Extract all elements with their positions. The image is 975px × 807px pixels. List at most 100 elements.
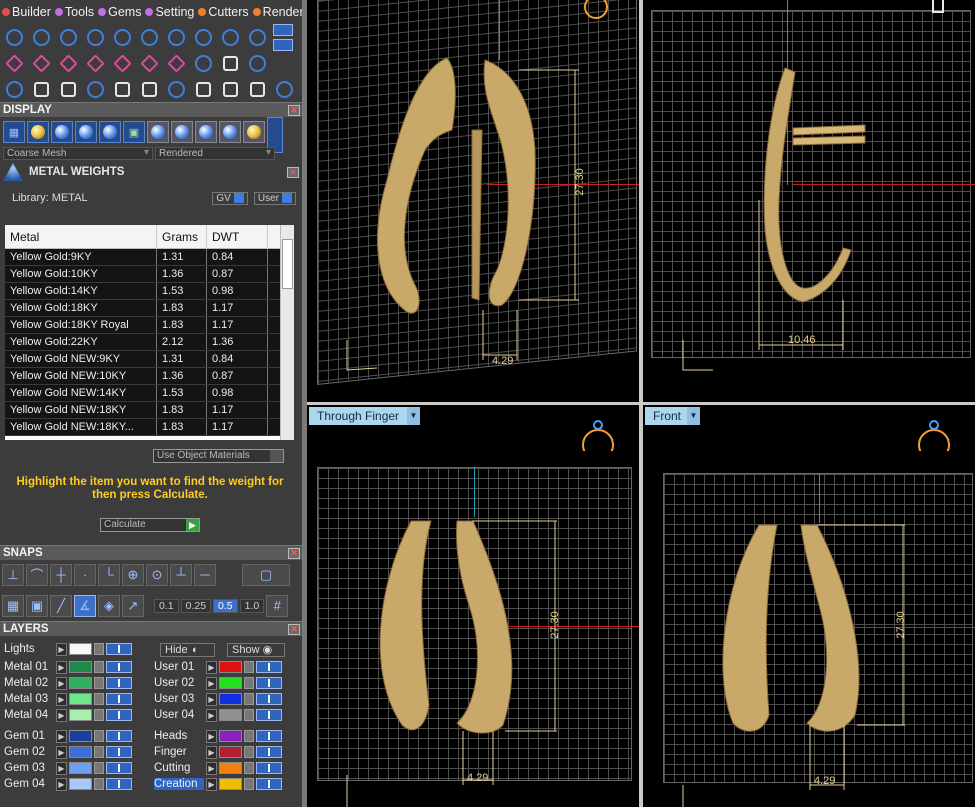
layer-expand-icon[interactable]: ▶ (56, 692, 67, 706)
menu-render[interactable]: Render (252, 5, 302, 19)
layer-lock-icon[interactable] (244, 762, 254, 774)
snap-grid-button[interactable]: ▦ (2, 594, 24, 617)
layer-visibility-toggle[interactable] (256, 661, 282, 673)
layer-visibility-toggle[interactable] (256, 746, 282, 758)
metal-table-scrollbar[interactable] (280, 225, 294, 440)
move-tool[interactable] (109, 76, 135, 102)
layer-row[interactable]: Finger ▶ (154, 744, 294, 760)
layer-row[interactable]: Creation ▶ (154, 776, 294, 792)
calculate-button[interactable]: Calculate ▶ (100, 518, 200, 532)
snap-value-0.5[interactable]: 0.5 (213, 598, 238, 613)
layer-visibility-toggle[interactable] (256, 730, 282, 742)
ring-orientation-icon[interactable] (921, 0, 955, 22)
gold-sphere-button[interactable] (243, 121, 265, 143)
table-row[interactable]: Yellow Gold:9KY 1.31 0.84 (5, 249, 294, 266)
insert-point-tool[interactable] (28, 50, 54, 76)
table-row[interactable]: Yellow Gold:22KY 2.12 1.36 (5, 334, 294, 351)
frame-tool[interactable] (163, 24, 189, 50)
group-tool[interactable] (190, 76, 216, 102)
circle-curve-tool[interactable] (1, 24, 27, 50)
link-tool[interactable] (136, 50, 162, 76)
layer-expand-icon[interactable]: ▶ (56, 745, 67, 759)
sphere-c-button[interactable] (195, 121, 217, 143)
table-row[interactable]: Yellow Gold NEW:10KY 1.36 0.87 (5, 368, 294, 385)
menu-setting[interactable]: Setting (145, 5, 194, 19)
snap-settings-button[interactable]: # (266, 594, 289, 617)
layer-expand-icon[interactable]: ▶ (206, 745, 217, 759)
menu-cutters[interactable]: Cutters (198, 5, 249, 19)
layer-color-swatch[interactable] (219, 677, 242, 689)
layer-row[interactable]: Gem 03 ▶ (4, 760, 144, 776)
snap-axis-button[interactable]: ↗ (122, 594, 144, 617)
snap-point-button[interactable]: · (74, 563, 96, 586)
layer-expand-icon[interactable]: ▶ (56, 729, 67, 743)
cut-tool[interactable] (244, 76, 270, 102)
snap-center-button[interactable]: ⊙ (146, 563, 168, 586)
snaps-close-icon[interactable]: ✕ (288, 547, 300, 559)
lights-color-swatch[interactable] (69, 643, 92, 655)
layer-color-swatch[interactable] (69, 746, 92, 758)
add-point-tool[interactable] (1, 50, 27, 76)
layer-color-swatch[interactable] (219, 730, 242, 742)
table-row[interactable]: Yellow Gold:14KY 1.53 0.98 (5, 283, 294, 300)
column-dwt[interactable]: DWT (207, 225, 268, 248)
layer-lock-icon[interactable] (94, 778, 104, 790)
layer-expand-icon[interactable]: ▶ (56, 777, 67, 791)
layer-expand-icon[interactable]: ▶ (206, 676, 217, 690)
table-row[interactable]: Yellow Gold NEW:9KY 1.31 0.84 (5, 351, 294, 368)
render-mode-select[interactable]: Rendered (155, 147, 275, 160)
layer-lock-icon[interactable] (244, 746, 254, 758)
layer-expand-icon[interactable]: ▶ (206, 708, 217, 722)
snap-value-0.25[interactable]: 0.25 (180, 598, 212, 613)
freeform-curve-tool[interactable] (28, 24, 54, 50)
layer-expand-icon[interactable]: ▶ (56, 676, 67, 690)
gv-toggle[interactable]: GV (212, 191, 248, 205)
layer-row[interactable]: Metal 01 ▶ (4, 659, 144, 675)
layer-expand-icon[interactable]: ▶ (56, 660, 67, 674)
layer-visibility-toggle[interactable] (106, 693, 132, 705)
layer-color-swatch[interactable] (69, 661, 92, 673)
snap-plane-button[interactable]: ◈ (98, 594, 120, 617)
user-toggle[interactable]: User (253, 191, 296, 205)
sphere-d-button[interactable] (219, 121, 241, 143)
layer-color-swatch[interactable] (219, 762, 242, 774)
layer-lock-icon[interactable] (244, 661, 254, 673)
pattern-tool[interactable] (163, 50, 189, 76)
ring-tool[interactable] (271, 76, 297, 102)
viewport-front[interactable]: 27.30 4.29 Front ▼ (643, 405, 975, 807)
snap-curve-button[interactable]: ⌒ (26, 563, 48, 586)
layer-row[interactable]: Gem 01 ▶ (4, 728, 144, 744)
layer-lock-icon[interactable] (94, 746, 104, 758)
mesh-mode-select[interactable]: Coarse Mesh (3, 147, 153, 160)
layer-lock-icon[interactable] (94, 709, 104, 721)
snap-corner-button[interactable]: └ (98, 563, 120, 586)
layer-row[interactable]: Gem 04 ▶ (4, 776, 144, 792)
snap-mid-button[interactable]: ┴ (170, 563, 192, 586)
layers-close-icon[interactable]: ✕ (288, 623, 300, 635)
layer-color-swatch[interactable] (69, 762, 92, 774)
snap-value-0.1[interactable]: 0.1 (154, 598, 179, 613)
layer-lock-icon[interactable] (94, 677, 104, 689)
cone-tool[interactable] (136, 24, 162, 50)
toolbar-toggle-a[interactable] (273, 23, 293, 36)
boxes-tool[interactable] (1, 76, 27, 102)
layer-row[interactable]: Metal 02 ▶ (4, 675, 144, 691)
layer-color-swatch[interactable] (69, 730, 92, 742)
snap-end-button[interactable]: ⊥ (2, 563, 24, 586)
snap-cross-button[interactable]: ┼ (50, 563, 72, 586)
ring-curve-tool[interactable] (55, 24, 81, 50)
rail-tool[interactable] (109, 24, 135, 50)
layer-row[interactable]: User 03 ▶ (154, 691, 294, 707)
lights-lock-icon[interactable] (94, 643, 104, 655)
menu-builder[interactable]: Builder (2, 5, 51, 19)
layer-row[interactable]: Heads ▶ (154, 728, 294, 744)
cylinder-tool[interactable] (217, 24, 243, 50)
grid-view-button[interactable]: ▣ (123, 121, 145, 143)
layer-row[interactable]: User 04 ▶ (154, 707, 294, 723)
layer-visibility-toggle[interactable] (106, 730, 132, 742)
layer-visibility-toggle[interactable] (106, 746, 132, 758)
layer-lock-icon[interactable] (244, 709, 254, 721)
layer-color-swatch[interactable] (69, 709, 92, 721)
layer-row[interactable]: User 02 ▶ (154, 675, 294, 691)
delete-point-tool[interactable] (109, 50, 135, 76)
